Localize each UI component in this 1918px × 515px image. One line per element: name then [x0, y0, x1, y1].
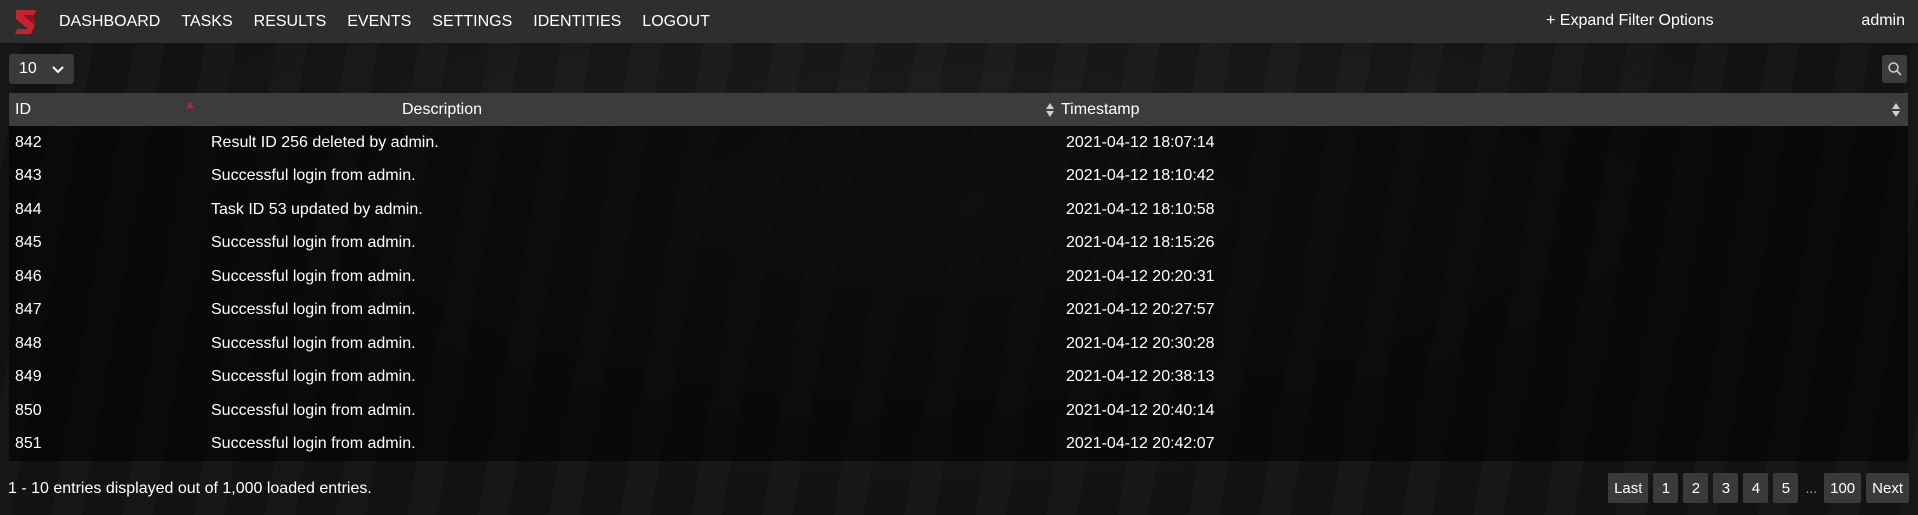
page-button-4[interactable]: 4 [1743, 473, 1769, 503]
column-label-id: ID [15, 100, 31, 118]
page-size-select[interactable]: 10 [9, 54, 74, 84]
sort-both-icon [1046, 103, 1054, 117]
table-row[interactable]: 842 Result ID 256 deleted by admin. 2021… [9, 126, 1908, 160]
cell-description: Successful login from admin. [211, 267, 416, 285]
page-button-3[interactable]: 3 [1713, 473, 1739, 503]
cell-description: Successful login from admin. [211, 435, 416, 453]
pagination: Last 1 2 3 4 5 ... 100 Next [1603, 473, 1909, 503]
nav-logout[interactable]: LOGOUT [642, 13, 710, 31]
cell-timestamp: 2021-04-12 20:27:57 [1066, 301, 1215, 319]
expand-filter-options-link[interactable]: + Expand Filter Options [1546, 12, 1714, 30]
cell-id: 842 [15, 133, 42, 151]
cell-id: 843 [15, 167, 42, 185]
table-row[interactable]: 849 Successful login from admin. 2021-04… [9, 360, 1908, 394]
cell-id: 844 [15, 200, 42, 218]
nav-events[interactable]: EVENTS [347, 13, 411, 31]
table-row[interactable]: 843 Successful login from admin. 2021-04… [9, 159, 1908, 193]
page-size-value: 10 [19, 60, 37, 77]
page-button-100[interactable]: 100 [1824, 473, 1862, 503]
column-label-description: Description [402, 100, 483, 118]
table-row[interactable]: 847 Successful login from admin. 2021-04… [9, 293, 1908, 327]
column-header-description[interactable]: Description [203, 93, 1061, 126]
sort-ascending-icon [186, 102, 194, 108]
cell-timestamp: 2021-04-12 18:10:42 [1066, 167, 1215, 185]
events-table: ID Description Timestamp 842 Result ID 2… [9, 93, 1908, 461]
cell-id: 848 [15, 334, 42, 352]
page-ellipsis: ... [1805, 480, 1818, 496]
page-button-2[interactable]: 2 [1683, 473, 1709, 503]
table-row[interactable]: 846 Successful login from admin. 2021-04… [9, 260, 1908, 294]
column-header-id[interactable]: ID [9, 93, 203, 126]
cell-timestamp: 2021-04-12 20:42:07 [1066, 435, 1215, 453]
cell-description: Successful login from admin. [211, 167, 416, 185]
table-row[interactable]: 851 Successful login from admin. 2021-04… [9, 427, 1908, 461]
nav-identities[interactable]: IDENTITIES [533, 13, 621, 31]
cell-id: 845 [15, 234, 42, 252]
table-body: 842 Result ID 256 deleted by admin. 2021… [9, 126, 1908, 461]
cell-description: Successful login from admin. [211, 334, 416, 352]
cell-timestamp: 2021-04-12 20:20:31 [1066, 267, 1215, 285]
nav-results[interactable]: RESULTS [254, 13, 327, 31]
cell-timestamp: 2021-04-12 18:07:14 [1066, 133, 1215, 151]
search-button[interactable] [1882, 55, 1907, 83]
nav-links: DASHBOARD TASKS RESULTS EVENTS SETTINGS … [59, 13, 731, 31]
cell-description: Result ID 256 deleted by admin. [211, 133, 439, 151]
entries-summary: 1 - 10 entries displayed out of 1,000 lo… [8, 480, 372, 497]
cell-id: 847 [15, 301, 42, 319]
cell-timestamp: 2021-04-12 20:30:28 [1066, 334, 1215, 352]
table-row[interactable]: 850 Successful login from admin. 2021-04… [9, 394, 1908, 428]
cell-timestamp: 2021-04-12 20:40:14 [1066, 401, 1215, 419]
table-header: ID Description Timestamp [9, 93, 1908, 126]
cell-id: 849 [15, 368, 42, 386]
cell-description: Successful login from admin. [211, 301, 416, 319]
page: DASHBOARD TASKS RESULTS EVENTS SETTINGS … [0, 0, 1918, 515]
page-last-button[interactable]: Last [1608, 473, 1649, 503]
table-row[interactable]: 844 Task ID 53 updated by admin. 2021-04… [9, 193, 1908, 227]
user-menu[interactable]: admin [1861, 12, 1905, 30]
cell-timestamp: 2021-04-12 18:10:58 [1066, 200, 1215, 218]
chevron-down-icon [52, 66, 64, 74]
cell-id: 850 [15, 401, 42, 419]
cell-description: Successful login from admin. [211, 401, 416, 419]
page-button-1[interactable]: 1 [1653, 473, 1679, 503]
cell-timestamp: 2021-04-12 18:15:26 [1066, 234, 1215, 252]
cell-id: 851 [15, 435, 42, 453]
cell-description: Task ID 53 updated by admin. [211, 200, 423, 218]
cell-description: Successful login from admin. [211, 234, 416, 252]
table-row[interactable]: 845 Successful login from admin. 2021-04… [9, 226, 1908, 260]
cell-id: 846 [15, 267, 42, 285]
page-button-5[interactable]: 5 [1773, 473, 1799, 503]
column-header-timestamp[interactable]: Timestamp [1061, 93, 1908, 126]
top-navbar: DASHBOARD TASKS RESULTS EVENTS SETTINGS … [0, 0, 1918, 43]
nav-tasks[interactable]: TASKS [181, 13, 232, 31]
search-icon [1887, 62, 1902, 76]
sort-both-icon [1892, 103, 1900, 117]
brand-s-logo[interactable] [11, 7, 41, 37]
cell-description: Successful login from admin. [211, 368, 416, 386]
nav-dashboard[interactable]: DASHBOARD [59, 13, 160, 31]
cell-timestamp: 2021-04-12 20:38:13 [1066, 368, 1215, 386]
column-label-timestamp: Timestamp [1061, 100, 1140, 118]
page-next-button[interactable]: Next [1866, 473, 1909, 503]
nav-settings[interactable]: SETTINGS [432, 13, 512, 31]
table-row[interactable]: 848 Successful login from admin. 2021-04… [9, 327, 1908, 361]
